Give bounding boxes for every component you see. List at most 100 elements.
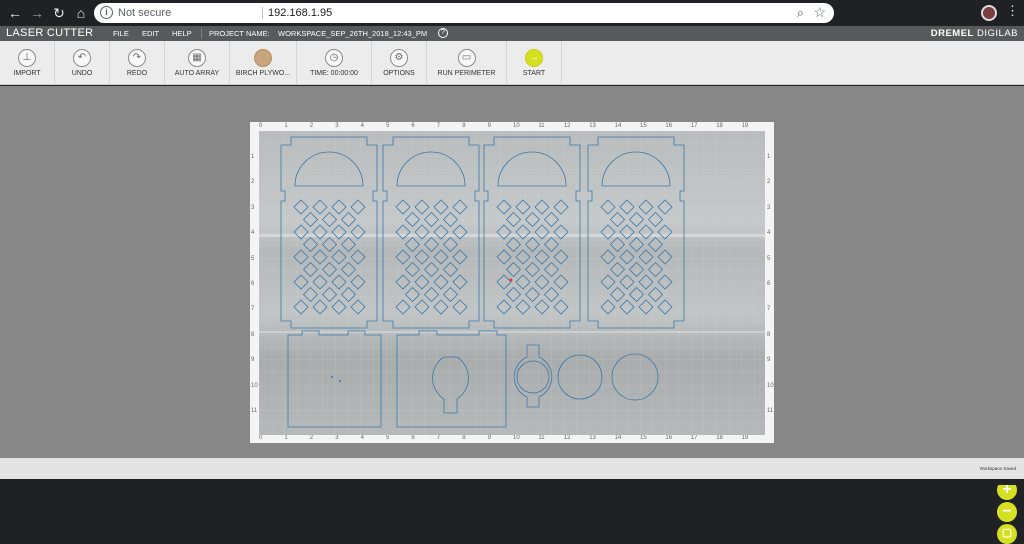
help-icon[interactable]: ? (438, 28, 448, 38)
app-header: LASER CUTTER FILE EDIT HELP PROJECT NAME… (0, 26, 1024, 41)
ruler-x-label: 15 (640, 435, 647, 441)
material-label: BIRCH PLYWO... (235, 70, 291, 77)
ruler-y-label: 5 (251, 255, 255, 262)
ruler-y-label: 4 (251, 230, 255, 237)
ruler-x-label: 11 (538, 435, 545, 441)
import-button[interactable]: ⊥ IMPORT (0, 41, 55, 85)
undo-button[interactable]: ↶ UNDO (55, 41, 110, 85)
reload-icon[interactable]: ↻ (50, 4, 68, 22)
undo-icon: ↶ (73, 49, 91, 67)
time-display: ◷ TIME: 00:00:00 (297, 41, 372, 85)
ruler-x-label: 16 (665, 435, 673, 441)
ruler-y-label: 8 (767, 331, 771, 338)
time-label: TIME: 00:00:00 (310, 70, 358, 77)
ruler-x-label: 10 (513, 123, 520, 129)
back-icon[interactable]: ← (6, 4, 24, 22)
header-divider (201, 28, 202, 39)
brand-logo: DREMEL DIGILAB (931, 28, 1018, 39)
cut-hole (331, 376, 333, 378)
profile-avatar-icon[interactable] (981, 5, 997, 21)
app-title: LASER CUTTER (6, 27, 94, 39)
options-label: OPTIONS (383, 70, 415, 77)
run-perimeter-button[interactable]: ▭ RUN PERIMETER (427, 41, 507, 85)
brand-light: DIGILAB (973, 28, 1018, 39)
bottom-strip (0, 479, 1024, 485)
browser-menu-icon[interactable]: ⋮ (1006, 3, 1019, 19)
clock-icon: ◷ (325, 49, 343, 67)
ruler-x-label: 12 (563, 435, 571, 441)
start-arrow-icon: → (525, 49, 543, 67)
ruler-y-label: 8 (251, 331, 255, 338)
ruler-x-label: 16 (665, 123, 673, 129)
start-label: START (522, 70, 546, 77)
ruler-x-label: 17 (690, 435, 698, 441)
menu-file[interactable]: FILE (113, 29, 129, 38)
ruler-y-label: 9 (251, 357, 255, 364)
ruler-y-label: 10 (251, 382, 258, 389)
import-label: IMPORT (13, 70, 41, 77)
fit-view-button[interactable]: ▢ (997, 524, 1017, 544)
options-button[interactable]: ⚙ OPTIONS (372, 41, 427, 85)
ruler-x-label: 15 (640, 123, 647, 129)
ruler-y-label: 11 (767, 408, 774, 414)
ruler-y-label: 2 (767, 179, 771, 186)
ruler-x-label: 8 (462, 435, 466, 441)
menu-help[interactable]: HELP (172, 29, 192, 38)
bookmark-star-icon[interactable]: ☆ (813, 4, 826, 21)
ruler-x-label: 9 (487, 123, 491, 129)
bed-camera-image (259, 131, 765, 435)
ruler-y-label: 6 (767, 281, 771, 287)
ruler-y-label: 3 (767, 204, 771, 211)
ruler-y-label: 4 (767, 230, 771, 237)
ruler-y-label: 6 (251, 281, 255, 287)
ruler-x-label: 3 (335, 123, 339, 129)
zoom-lens-icon[interactable]: ⌕ (797, 5, 804, 21)
workspace-canvas[interactable]: 0 0 1 1 2 2 3 3 4 4 5 5 6 6 7 7 8 8 9 9 10 10 11 11 12 12 13 13 14 14… (0, 86, 1024, 544)
zoom-out-button[interactable]: − (997, 502, 1017, 522)
info-icon[interactable]: i (100, 6, 113, 19)
ruler-x-label: 0 (259, 435, 263, 441)
url-text[interactable]: 192.168.1.95 (268, 7, 332, 19)
project-name-value[interactable]: WORKSPACE_SEP_26TH_2018_12:43_PM (278, 29, 427, 38)
ruler-x-label: 2 (309, 123, 314, 129)
ruler-x-label: 5 (386, 123, 390, 129)
ruler-x-label: 7 (436, 435, 441, 441)
ruler-x-label: 1 (284, 123, 288, 129)
ruler-x-label: 1 (284, 435, 288, 441)
material-swatch-icon (254, 49, 272, 67)
ruler-x-label: 6 (411, 435, 415, 441)
redo-button[interactable]: ↷ REDO (110, 41, 165, 85)
project-name-label: PROJECT NAME: (209, 29, 270, 38)
ruler-x-label: 10 (513, 435, 520, 441)
address-bar[interactable]: i Not secure 192.168.1.95 ⌕ ☆ (94, 3, 834, 23)
ruler-y-label: 7 (251, 306, 255, 313)
auto-array-label: AUTO ARRAY (174, 70, 220, 77)
ruler-x-label: 17 (690, 123, 698, 129)
redo-icon: ↷ (128, 49, 146, 67)
ruler-x-label: 0 (259, 123, 263, 129)
ruler-y-label: 5 (767, 255, 771, 262)
auto-array-button[interactable]: ▦ AUTO ARRAY (165, 41, 230, 85)
status-text: Workspace Saved (979, 466, 1016, 471)
home-icon[interactable]: ⌂ (72, 4, 90, 22)
ruler-x-label: 19 (741, 435, 749, 441)
forward-icon[interactable]: → (28, 4, 46, 22)
ruler-y-label: 2 (251, 179, 255, 186)
ruler-y-label: 10 (767, 382, 774, 389)
gear-icon: ⚙ (390, 49, 408, 67)
redo-label: REDO (126, 70, 148, 77)
cut-paths[interactable] (259, 131, 765, 435)
cut-hole (339, 380, 341, 382)
ruler-x-label: 6 (411, 123, 415, 129)
perimeter-icon: ▭ (457, 49, 476, 67)
start-button[interactable]: → START (507, 41, 562, 85)
ruler-y-label: 9 (767, 357, 771, 364)
laser-bed[interactable]: 0 0 1 1 2 2 3 3 4 4 5 5 6 6 7 7 8 8 9 9 10 10 11 11 12 12 13 13 14 14… (250, 122, 774, 443)
image-seam (259, 331, 765, 333)
brand-bold: DREMEL (930, 28, 974, 39)
menu-edit[interactable]: EDIT (142, 29, 159, 38)
material-button[interactable]: BIRCH PLYWO... (230, 41, 297, 85)
browser-bar: ← → ↻ ⌂ i Not secure 192.168.1.95 ⌕ ☆ ⋮ (0, 0, 1024, 26)
security-label: Not secure (118, 7, 172, 19)
ruler-x-label: 19 (741, 123, 749, 129)
